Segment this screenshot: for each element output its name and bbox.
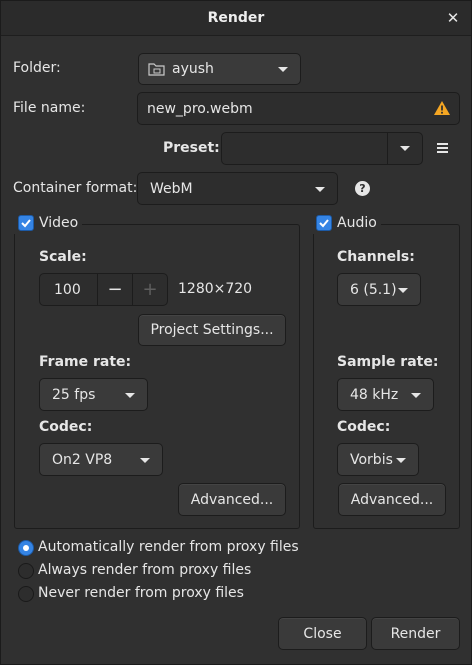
video-advanced-button[interactable]: Advanced... — [178, 483, 286, 516]
proxy-never-label[interactable]: Never render from proxy files — [38, 585, 244, 601]
menu-icon[interactable] — [437, 143, 448, 154]
audio-codec-label: Codec: — [337, 419, 391, 435]
container-format-label: Container format: — [13, 180, 138, 196]
close-icon[interactable]: ✕ — [445, 9, 461, 27]
folder-icon — [148, 61, 166, 77]
chevron-down-icon — [315, 186, 325, 192]
video-codec-label: Codec: — [39, 419, 93, 435]
proxy-never-radio[interactable] — [18, 586, 34, 602]
audio-codec-value: Vorbis — [350, 451, 393, 468]
audio-label: Audio — [337, 215, 377, 231]
preset-label: Preset: — [163, 140, 220, 156]
scale-increment-button[interactable]: + — [132, 274, 167, 305]
checkmark-icon — [319, 219, 329, 228]
file-name-label: File name: — [13, 100, 86, 116]
chevron-down-icon — [278, 67, 288, 72]
proxy-always-label[interactable]: Always render from proxy files — [38, 562, 251, 578]
folder-chooser[interactable]: ayush — [138, 53, 301, 85]
channels-label: Channels: — [337, 249, 415, 265]
video-checkbox[interactable] — [18, 215, 34, 231]
frame-rate-combo[interactable]: 25 fps — [39, 378, 148, 411]
scale-label: Scale: — [39, 249, 87, 265]
resolution-text: 1280×720 — [178, 281, 253, 297]
video-codec-value: On2 VP8 — [52, 451, 113, 468]
sample-rate-value: 48 kHz — [350, 386, 399, 403]
checkmark-icon — [21, 219, 31, 228]
video-label: Video — [39, 215, 79, 231]
proxy-always-radio[interactable] — [18, 563, 34, 579]
chevron-down-icon — [398, 287, 408, 293]
file-name-value: new_pro.webm — [147, 100, 253, 117]
audio-advanced-button[interactable]: Advanced... — [338, 483, 446, 516]
container-format-combo[interactable]: WebM — [137, 172, 338, 205]
frame-rate-value: 25 fps — [52, 386, 96, 403]
warning-icon[interactable] — [433, 100, 451, 116]
help-icon[interactable]: ? — [355, 181, 370, 196]
audio-checkbox[interactable] — [316, 215, 332, 231]
sample-rate-label: Sample rate: — [337, 354, 439, 370]
container-format-value: WebM — [150, 180, 193, 197]
chevron-down-icon — [400, 146, 410, 151]
chevron-down-icon — [396, 457, 406, 463]
project-settings-button[interactable]: Project Settings... — [138, 314, 286, 346]
frame-rate-label: Frame rate: — [39, 354, 132, 370]
audio-codec-combo[interactable]: Vorbis — [337, 443, 419, 476]
scale-decrement-button[interactable]: − — [97, 274, 132, 305]
file-name-field[interactable]: new_pro.webm — [137, 92, 460, 125]
proxy-auto-radio[interactable] — [18, 540, 34, 556]
close-button[interactable]: Close — [278, 617, 367, 650]
render-dialog: Render ✕ Folder: ayush File name: new_pr… — [0, 0, 472, 665]
video-codec-combo[interactable]: On2 VP8 — [39, 443, 163, 476]
chevron-down-icon — [125, 392, 135, 398]
scale-spinbutton[interactable]: 100 − + — [39, 273, 168, 306]
chevron-down-icon — [140, 457, 150, 463]
channels-value: 6 (5.1) — [350, 281, 397, 298]
sample-rate-combo[interactable]: 48 kHz — [337, 378, 434, 411]
scale-value[interactable]: 100 — [40, 274, 97, 305]
channels-combo[interactable]: 6 (5.1) — [337, 273, 421, 306]
preset-dropdown-button[interactable] — [387, 133, 422, 164]
folder-value: ayush — [172, 61, 214, 77]
render-button[interactable]: Render — [371, 617, 460, 650]
folder-label: Folder: — [13, 60, 61, 76]
chevron-down-icon — [411, 392, 421, 398]
dialog-title: Render — [207, 10, 265, 26]
title-bar: Render ✕ — [1, 1, 471, 36]
proxy-auto-label[interactable]: Automatically render from proxy files — [38, 539, 299, 555]
preset-combo[interactable] — [221, 132, 423, 165]
